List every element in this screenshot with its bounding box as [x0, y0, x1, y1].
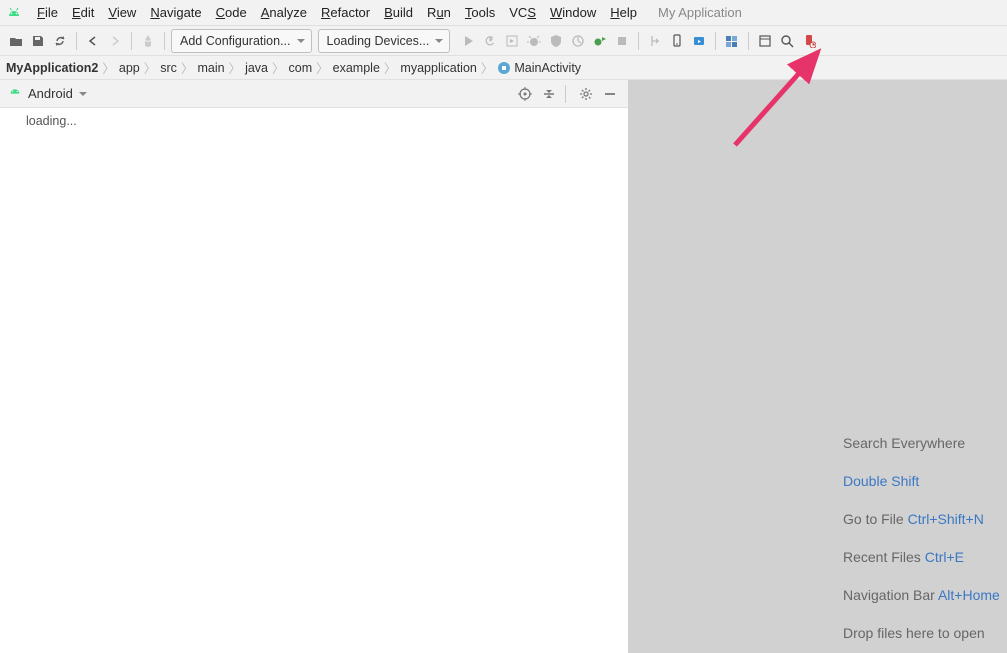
menu-refactor[interactable]: Refactor: [314, 0, 377, 26]
panel-body: loading...: [0, 108, 628, 653]
profile-icon[interactable]: [568, 31, 588, 51]
hint-recent: Recent Files Ctrl+E: [843, 538, 1007, 576]
chevron-right-icon: 〉: [102, 58, 115, 77]
collapse-all-icon[interactable]: [539, 84, 559, 104]
devices-label: Loading Devices...: [327, 34, 430, 48]
apply-code-icon[interactable]: [502, 31, 522, 51]
chevron-down-icon[interactable]: [79, 85, 87, 103]
updates-icon[interactable]: [799, 31, 819, 51]
breadcrumb-item[interactable]: src: [160, 61, 177, 75]
chevron-right-icon: 〉: [144, 58, 157, 77]
debug-icon[interactable]: [524, 31, 544, 51]
chevron-right-icon: 〉: [481, 58, 494, 77]
editor-hints: Search Everywhere Double Shift Go to Fil…: [843, 424, 1007, 652]
stop-icon[interactable]: [612, 31, 632, 51]
breadcrumb-item[interactable]: example: [333, 61, 380, 75]
toolbar: Add Configuration... Loading Devices...: [0, 26, 1007, 56]
workarea: Android loading... Search Everywhere Dou…: [0, 80, 1007, 653]
resource-manager-icon[interactable]: [722, 31, 742, 51]
separator: [131, 32, 132, 50]
run-config-label: Add Configuration...: [180, 34, 291, 48]
separator: [715, 32, 716, 50]
hint-goto-file: Go to File Ctrl+Shift+N: [843, 500, 1007, 538]
menu-build[interactable]: Build: [377, 0, 420, 26]
breadcrumb-item[interactable]: java: [245, 61, 268, 75]
layout-inspector-icon[interactable]: [755, 31, 775, 51]
project-panel: Android loading...: [0, 80, 629, 653]
breadcrumb-item[interactable]: myapplication: [400, 61, 476, 75]
editor-area[interactable]: Search Everywhere Double Shift Go to Fil…: [629, 80, 1007, 653]
breadcrumb-item[interactable]: com: [289, 61, 313, 75]
menu-tools[interactable]: Tools: [458, 0, 502, 26]
breadcrumb-item[interactable]: main: [197, 61, 224, 75]
android-logo-icon: [8, 84, 22, 103]
breadcrumb-item[interactable]: MyApplication2: [6, 61, 98, 75]
build-icon[interactable]: [138, 31, 158, 51]
hint-navbar: Navigation Bar Alt+Home: [843, 576, 1007, 614]
chevron-right-icon: 〉: [272, 58, 285, 77]
vcs-icon[interactable]: [645, 31, 665, 51]
menu-vcs[interactable]: VCS: [502, 0, 543, 26]
menu-window[interactable]: Window: [543, 0, 603, 26]
menu-file[interactable]: File: [30, 0, 65, 26]
separator: [638, 32, 639, 50]
chevron-down-icon: [435, 34, 443, 48]
chevron-right-icon: 〉: [384, 58, 397, 77]
panel-title[interactable]: Android: [28, 86, 73, 101]
run-config-combo[interactable]: Add Configuration...: [171, 29, 312, 53]
separator: [748, 32, 749, 50]
coverage-icon[interactable]: [546, 31, 566, 51]
open-icon[interactable]: [6, 31, 26, 51]
separator: [565, 85, 566, 103]
breadcrumb-bar: MyApplication2 〉 app 〉 src 〉 main 〉 java…: [0, 56, 1007, 80]
separator: [164, 32, 165, 50]
android-logo-icon: [6, 5, 22, 21]
breadcrumb-item[interactable]: app: [119, 61, 140, 75]
chevron-right-icon: 〉: [229, 58, 242, 77]
attach-debugger-icon[interactable]: [590, 31, 610, 51]
menu-edit[interactable]: Edit: [65, 0, 101, 26]
search-icon[interactable]: [777, 31, 797, 51]
separator: [76, 32, 77, 50]
gear-icon[interactable]: [576, 84, 596, 104]
avd-manager-icon[interactable]: [667, 31, 687, 51]
menu-analyze[interactable]: Analyze: [254, 0, 314, 26]
menu-code[interactable]: Code: [209, 0, 254, 26]
back-icon[interactable]: [83, 31, 103, 51]
hint-search: Search Everywhere Double Shift: [843, 424, 1007, 500]
devices-combo[interactable]: Loading Devices...: [318, 29, 451, 53]
apply-changes-icon[interactable]: [480, 31, 500, 51]
forward-icon[interactable]: [105, 31, 125, 51]
select-opened-file-icon[interactable]: [515, 84, 535, 104]
chevron-right-icon: 〉: [316, 58, 329, 77]
menu-navigate[interactable]: Navigate: [143, 0, 208, 26]
project-name: My Application: [658, 5, 742, 20]
breadcrumb-item[interactable]: MainActivity: [497, 61, 581, 75]
menubar: File Edit View Navigate Code Analyze Ref…: [0, 0, 1007, 26]
panel-header: Android: [0, 80, 628, 108]
sync-icon[interactable]: [50, 31, 70, 51]
sdk-manager-icon[interactable]: [689, 31, 709, 51]
hide-icon[interactable]: [600, 84, 620, 104]
menu-help[interactable]: Help: [603, 0, 644, 26]
menu-run[interactable]: Run: [420, 0, 458, 26]
save-icon[interactable]: [28, 31, 48, 51]
hint-drop: Drop files here to open: [843, 614, 1007, 652]
chevron-down-icon: [297, 34, 305, 48]
run-icon[interactable]: [458, 31, 478, 51]
menu-view[interactable]: View: [101, 0, 143, 26]
chevron-right-icon: 〉: [181, 58, 194, 77]
loading-text: loading...: [26, 114, 77, 128]
